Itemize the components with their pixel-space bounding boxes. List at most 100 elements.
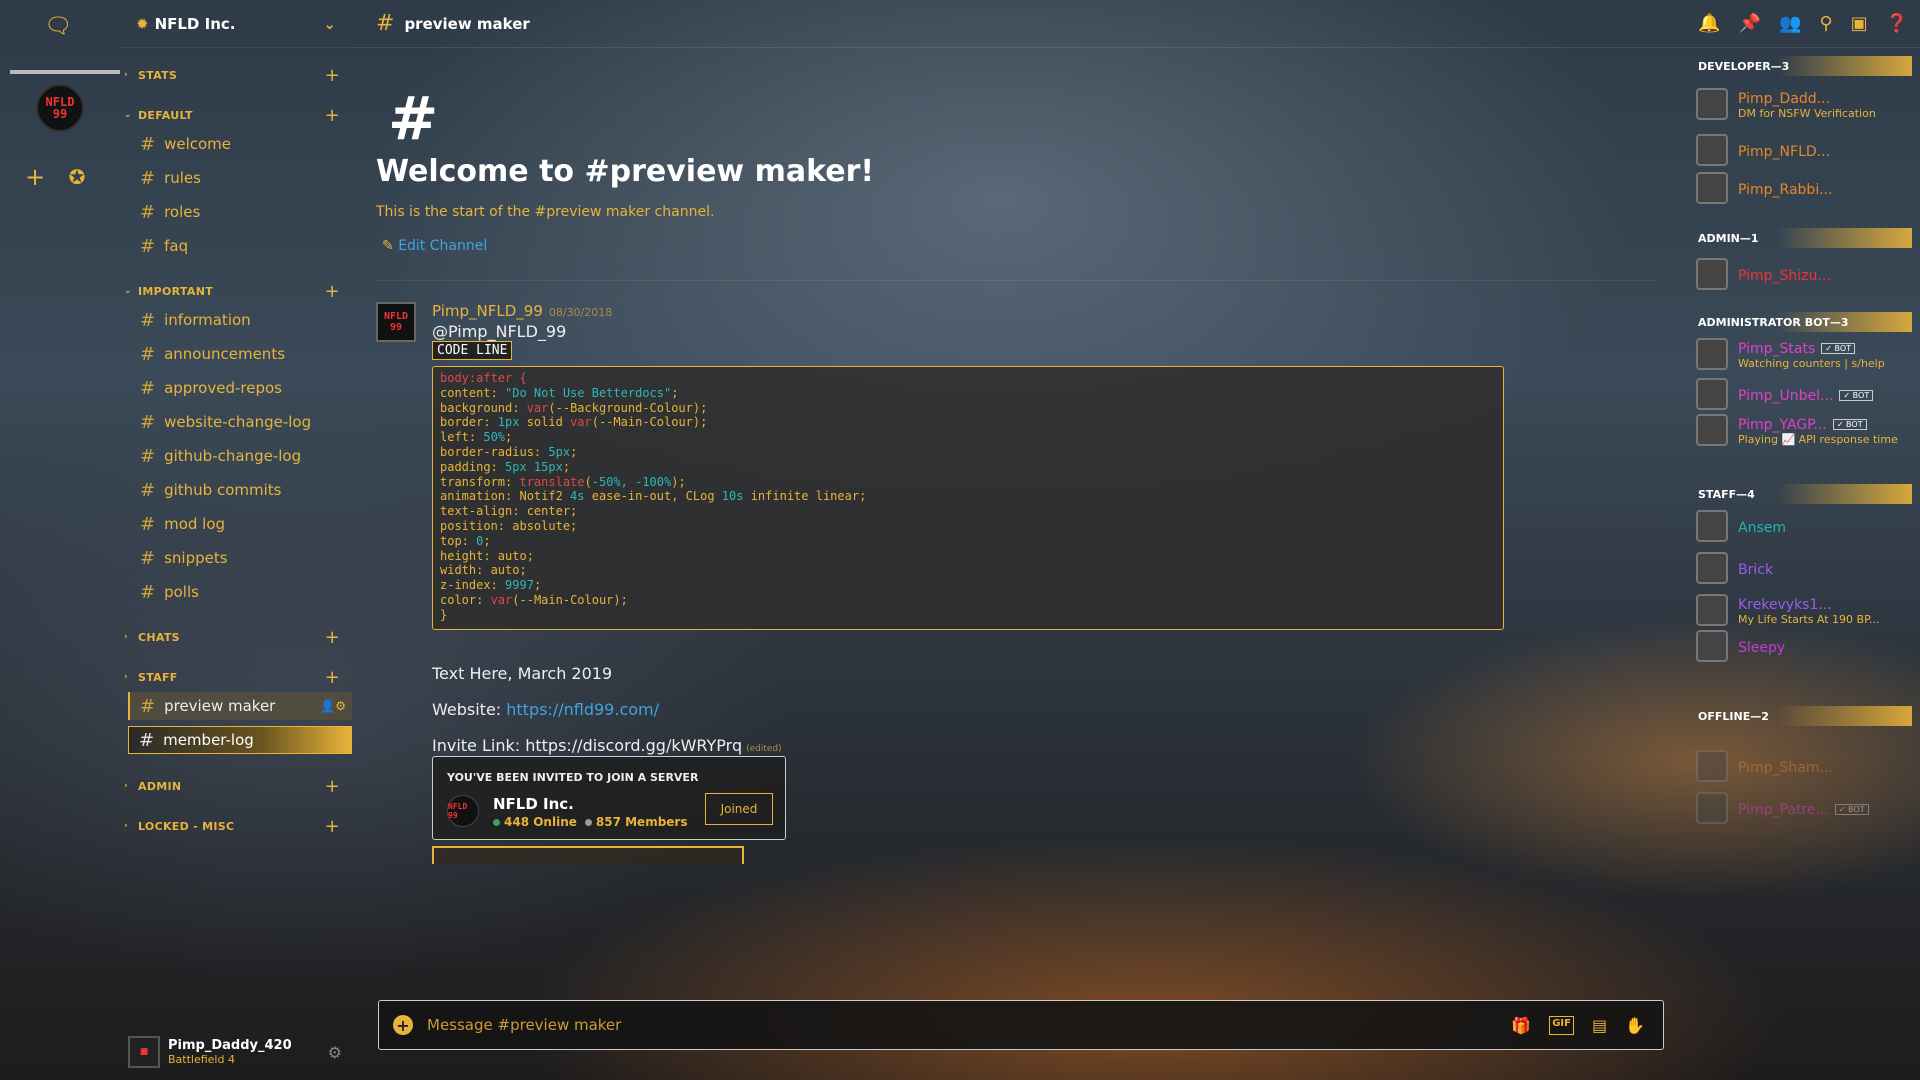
server-icon: NFLD 99 (447, 795, 479, 827)
member-item[interactable]: Pimp_Patre... ✓ BOT (1696, 790, 1912, 826)
member-name: Ansem (1738, 519, 1786, 536)
code-token: 5px (548, 444, 571, 459)
add-channel-icon[interactable]: + (325, 65, 340, 86)
add-attachment-icon[interactable]: + (393, 1015, 413, 1035)
channel-snippets[interactable]: # snippets (130, 544, 354, 572)
channel-information[interactable]: # information (130, 306, 354, 334)
inbox-icon[interactable]: ▣ (1851, 13, 1868, 34)
member-name: Krekevyks1... (1738, 597, 1832, 613)
message-input[interactable]: Message #preview maker (427, 1016, 621, 1034)
online-dot-icon (493, 819, 500, 826)
member-item[interactable]: Pimp_NFLD... (1696, 132, 1912, 168)
code-line: body:after { (440, 371, 1496, 386)
member-group-header: STAFF—4 (1688, 484, 1912, 504)
member-item[interactable]: Pimp_YAGP... ✓ BOT Playing 📈 API response … (1696, 412, 1912, 448)
member-status: My Life Starts At 190 BP... (1738, 613, 1880, 626)
member-item[interactable]: Ansem (1696, 508, 1912, 544)
channel-member-log[interactable]: # member-log (128, 726, 352, 754)
bell-icon[interactable]: 🔔 (1698, 13, 1720, 34)
hash-icon: # (140, 167, 156, 189)
category-stats[interactable]: › STATS + (124, 65, 348, 86)
message-timestamp: 08/30/2018 (548, 306, 613, 319)
server-header[interactable]: ✹ NFLD Inc. ⌄ (120, 0, 352, 48)
channel-preview-maker[interactable]: # preview maker 👤⚙ (128, 692, 352, 720)
emoji-icon[interactable]: ✋ (1625, 1016, 1645, 1035)
help-icon[interactable]: ❓ (1886, 13, 1908, 34)
website-line: Website: https://nfld99.com/ (432, 700, 659, 719)
member-item[interactable]: Pimp_Sham... (1696, 748, 1912, 784)
member-item[interactable]: Pimp_Stats ✓ BOT Watching counters | s/hel… (1696, 336, 1912, 372)
member-name: Pimp_Dadd... (1738, 91, 1831, 107)
channel-rules[interactable]: # rules (130, 164, 354, 192)
add-server-icon[interactable]: + (18, 160, 52, 194)
edit-channel-link[interactable]: ✎ Edit Channel (382, 238, 487, 254)
website-link[interactable]: https://nfld99.com/ (506, 700, 659, 719)
channel-github-change-log[interactable]: # github-change-log (130, 442, 354, 470)
avatar[interactable]: NFLD 99 (376, 302, 416, 342)
explore-compass-icon[interactable]: ✪ (60, 160, 94, 194)
channel-roles[interactable]: # roles (130, 198, 354, 226)
channel-announcements[interactable]: # announcements (130, 340, 354, 368)
server-icon-nfld[interactable]: NFLD 99 (36, 84, 84, 132)
channel-welcome[interactable]: # welcome (130, 130, 354, 158)
avatar[interactable]: ■ (128, 1036, 160, 1068)
gift-icon[interactable]: 🎁 (1511, 1016, 1531, 1035)
pin-icon[interactable]: 📌 (1739, 13, 1761, 34)
invite-and-settings-icon[interactable]: 👤⚙ (320, 699, 346, 713)
member-status: Playing 📈 API response time (1738, 433, 1898, 446)
category-locked-misc[interactable]: › LOCKED - MISC + (124, 816, 348, 837)
category-staff[interactable]: › STAFF + (124, 667, 348, 688)
hash-icon: # (140, 201, 156, 223)
member-item[interactable]: Brick (1696, 550, 1912, 586)
code-token: content: (440, 385, 506, 400)
category-chats[interactable]: › CHATS + (124, 627, 348, 648)
chat-area: # Welcome to #preview maker! This is the… (352, 48, 1680, 1080)
joined-button[interactable]: Joined (705, 793, 773, 825)
code-token: width: auto; (440, 563, 527, 578)
add-channel-icon[interactable]: + (325, 627, 340, 648)
hash-icon: # (140, 445, 156, 467)
add-channel-icon[interactable]: + (325, 776, 340, 797)
hash-icon: # (376, 11, 395, 36)
channel-polls[interactable]: # polls (130, 578, 354, 606)
chevron-down-icon[interactable]: ⌄ (323, 15, 336, 33)
category-default[interactable]: ⌄ DEFAULT + (124, 105, 348, 126)
channel-faq[interactable]: # faq (130, 232, 354, 260)
search-icon[interactable]: ⚲ (1819, 13, 1832, 34)
member-item[interactable]: Pimp_Rabbi... (1696, 170, 1912, 206)
channel-website-change-log[interactable]: # website-change-log (130, 408, 354, 436)
add-channel-icon[interactable]: + (325, 281, 340, 302)
channel-approved-repos[interactable]: # approved-repos (130, 374, 354, 402)
code-token: animation: Notif2 (440, 489, 571, 504)
channel-mod-log[interactable]: # mod log (130, 510, 354, 538)
category-admin[interactable]: › ADMIN + (124, 776, 348, 797)
code-token: left: (440, 430, 484, 445)
code-token: ); (671, 474, 686, 489)
sticker-icon[interactable]: ▤ (1592, 1016, 1607, 1035)
member-item[interactable]: Pimp_Shizu... (1696, 256, 1912, 292)
code-token: ( (584, 474, 592, 489)
mention[interactable]: @Pimp_NFLD_99 (432, 322, 566, 341)
category-label: CHATS (138, 630, 180, 644)
code-token: border: (440, 415, 498, 430)
member-item[interactable]: Pimp_Unbel... ✓ BOT (1696, 376, 1912, 412)
invite-link-text[interactable]: Invite Link: https://discord.gg/kWRYPrq (432, 736, 742, 755)
server-rail: 🗨 NFLD 99 + ✪ (0, 0, 120, 1080)
add-channel-icon[interactable]: + (325, 816, 340, 837)
members-icon[interactable]: 👥 (1779, 13, 1801, 34)
member-item[interactable]: Sleepy (1696, 628, 1912, 664)
category-important[interactable]: ⌄ IMPORTANT + (124, 281, 348, 302)
gif-icon[interactable]: GIF (1549, 1015, 1574, 1035)
hash-icon: # (140, 133, 156, 155)
bot-badge: ✓ BOT (1821, 343, 1856, 354)
home-chat-icon[interactable]: 🗨 (44, 14, 76, 40)
add-channel-icon[interactable]: + (325, 667, 340, 688)
member-item[interactable]: Krekevyks1... My Life Starts At 190 BP... (1696, 592, 1912, 628)
member-item[interactable]: Pimp_Dadd... DM for NSFW Verification (1696, 86, 1912, 122)
message-author[interactable]: Pimp_NFLD_99 08/30/2018 (432, 302, 612, 320)
bot-badge: ✓ BOT (1834, 803, 1869, 815)
channel-github-commits[interactable]: # github commits (130, 476, 354, 504)
avatar (1696, 792, 1728, 824)
gear-icon[interactable]: ⚙ (328, 1043, 342, 1062)
add-channel-icon[interactable]: + (325, 105, 340, 126)
